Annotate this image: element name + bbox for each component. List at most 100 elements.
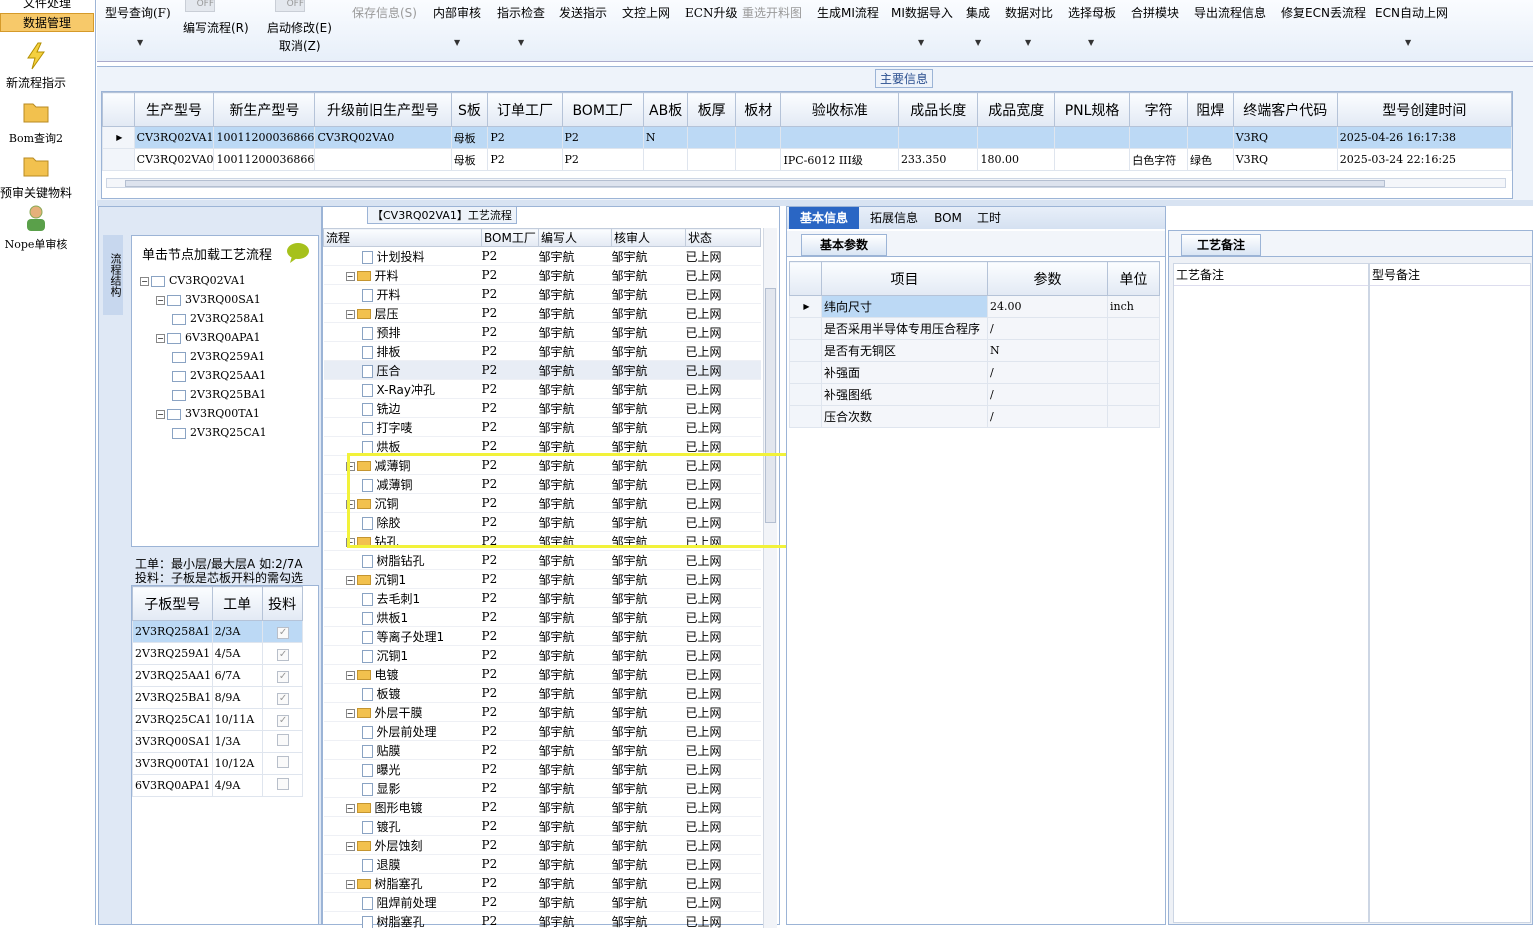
process-row[interactable]: 开料P2邹宇航邹宇航已上网 [324,285,761,304]
collapse-icon[interactable]: − [346,842,355,851]
nav-new-flow[interactable]: 新流程指示 [0,42,72,91]
sub-col-header[interactable]: 投料 [262,587,302,621]
collapse-icon[interactable]: − [156,334,165,343]
export-flow-button[interactable]: 导出流程信息 [1194,4,1266,21]
process-row[interactable]: X-Ray冲孔P2邹宇航邹宇航已上网 [324,380,761,399]
vertical-scrollbar[interactable] [763,228,777,928]
process-row[interactable]: −树脂塞孔P2邹宇航邹宇航已上网 [324,874,761,893]
row-selector[interactable] [790,318,822,340]
chevron-down-icon[interactable]: ▼ [1088,38,1094,47]
feed-checkbox-cell[interactable]: ✓ [262,621,302,643]
gen-mi-button[interactable]: 生成MI流程 [817,4,879,21]
compare-button[interactable]: 数据对比 [1005,4,1053,21]
collapse-icon[interactable]: − [156,410,165,419]
scrollbar-thumb[interactable] [125,180,1385,187]
main-col-header[interactable]: 终端客户代码 [1233,93,1337,127]
chevron-down-icon[interactable]: ▼ [518,38,524,47]
process-row[interactable]: −沉铜1P2邹宇航邹宇航已上网 [324,570,761,589]
side-tab-structure[interactable]: 流程结构 [103,235,123,315]
param-cell[interactable]: N [988,340,1108,362]
tab-detail-2[interactable]: BOM [929,207,967,229]
table-row[interactable]: ▶CV3RQ02VA110011200036866CV3RQ02VA0母板P2P… [103,127,1512,149]
feed-checkbox-cell[interactable]: ✓ [262,709,302,731]
process-row[interactable]: 阻焊前处理P2邹宇航邹宇航已上网 [324,893,761,912]
process-remark-box[interactable]: 工艺备注 [1173,263,1369,923]
process-row[interactable]: 计划投料P2邹宇航邹宇航已上网 [324,247,761,266]
table-row[interactable]: 2V3RQ25AA16/7A✓ [133,665,303,687]
process-row[interactable]: −外层蚀刻P2邹宇航邹宇航已上网 [324,836,761,855]
process-col-header[interactable]: 编写人 [539,229,612,247]
write-flow-button[interactable]: 编写流程(R) [183,19,249,36]
tree-node[interactable]: 2V3RQ258A1 [140,312,267,331]
row-selector[interactable] [103,149,135,171]
process-row[interactable]: 曝光P2邹宇航邹宇航已上网 [324,760,761,779]
process-col-header[interactable]: 状态 [686,229,761,247]
process-row[interactable]: 树脂塞孔P2邹宇航邹宇航已上网 [324,912,761,928]
process-row[interactable]: 贴膜P2邹宇航邹宇航已上网 [324,741,761,760]
mi-import-button[interactable]: MI数据导入 [891,4,953,21]
param-col-header[interactable]: 单位 [1108,262,1160,296]
process-row[interactable]: 预排P2邹宇航邹宇航已上网 [324,323,761,342]
row-selector[interactable] [790,406,822,428]
main-col-header[interactable]: 板厚 [688,93,736,127]
param-cell[interactable]: 24.00 [988,296,1108,318]
toggle-switch[interactable]: OFF [185,0,215,12]
integrate-button[interactable]: 集成 [966,4,990,21]
param-cell[interactable]: / [988,384,1108,406]
main-col-header[interactable]: S板 [451,93,488,127]
ecn-auto-button[interactable]: ECN自动上网 [1375,4,1448,21]
collapse-icon[interactable]: − [346,709,355,718]
nav-file[interactable]: 文件处理 [0,0,94,13]
main-col-header[interactable]: 订单工厂 [488,93,562,127]
save-button[interactable]: 保存信息(S) [352,4,417,21]
process-col-header[interactable]: 核审人 [612,229,686,247]
tab-remarks[interactable]: 工艺备注 [1181,234,1261,256]
table-row[interactable]: 3V3RQ00SA11/3A [133,731,303,753]
table-row[interactable]: 6V3RQ0APA14/9A [133,775,303,797]
nav-nope[interactable]: Nope单审核 [0,204,72,252]
nav-bom-query[interactable]: Bom查询2 [0,98,72,146]
table-row[interactable]: 2V3RQ259A14/5A✓ [133,643,303,665]
feed-checkbox[interactable]: ✓ [277,693,289,705]
tree-node[interactable]: −CV3RQ02VA1 [140,274,267,293]
process-col-header[interactable]: BOM工厂 [482,229,539,247]
main-col-header[interactable]: 验收标准 [781,93,898,127]
table-row[interactable]: 2V3RQ25CA110/11A✓ [133,709,303,731]
feed-checkbox[interactable] [277,734,289,746]
tree-node[interactable]: −3V3RQ00SA1 [140,293,267,312]
feed-checkbox-cell[interactable] [262,753,302,775]
collapse-icon[interactable]: − [140,277,149,286]
process-col-header[interactable]: 流程 [324,229,482,247]
main-col-header[interactable]: PNL规格 [1054,93,1129,127]
chat-bubble-icon[interactable] [286,242,310,262]
feed-checkbox[interactable]: ✓ [277,671,289,683]
sub-col-header[interactable]: 子板型号 [133,587,213,621]
tab-basic-params[interactable]: 基本参数 [801,234,887,256]
chevron-down-icon[interactable]: ▼ [975,38,981,47]
collapse-icon[interactable]: − [346,804,355,813]
table-row[interactable]: CV3RQ02VA010011200036866母板P2P2IPC-6012 I… [103,149,1512,171]
row-selector[interactable] [790,362,822,384]
tab-detail-0[interactable]: 基本信息 [789,207,859,229]
table-row[interactable]: 2V3RQ258A12/3A✓ [133,621,303,643]
row-selector[interactable] [790,340,822,362]
process-row[interactable]: −外层干膜P2邹宇航邹宇航已上网 [324,703,761,722]
collapse-icon[interactable]: − [346,272,355,281]
process-row[interactable]: 板镀P2邹宇航邹宇航已上网 [324,684,761,703]
tree-node[interactable]: 2V3RQ25AA1 [140,369,267,388]
collapse-icon[interactable]: − [346,310,355,319]
cancel-button[interactable]: 取消(Z) [279,37,321,54]
collapse-icon[interactable]: − [346,880,355,889]
feed-checkbox[interactable]: ✓ [277,649,289,661]
process-row[interactable]: 压合P2邹宇航邹宇航已上网 [324,361,761,380]
tree-node[interactable]: −3V3RQ00TA1 [140,407,267,426]
feed-checkbox-cell[interactable]: ✓ [262,665,302,687]
chevron-down-icon[interactable]: ▼ [454,38,460,47]
main-col-header[interactable]: 阻焊 [1188,93,1234,127]
model-remark-box[interactable]: 型号备注 [1369,263,1531,923]
main-col-header[interactable]: AB板 [643,93,688,127]
nav-data-management[interactable]: 数据管理 [0,13,94,32]
check-button[interactable]: 指示检查 [497,4,545,21]
chevron-down-icon[interactable]: ▼ [1405,38,1411,47]
collapse-icon[interactable]: − [156,296,165,305]
